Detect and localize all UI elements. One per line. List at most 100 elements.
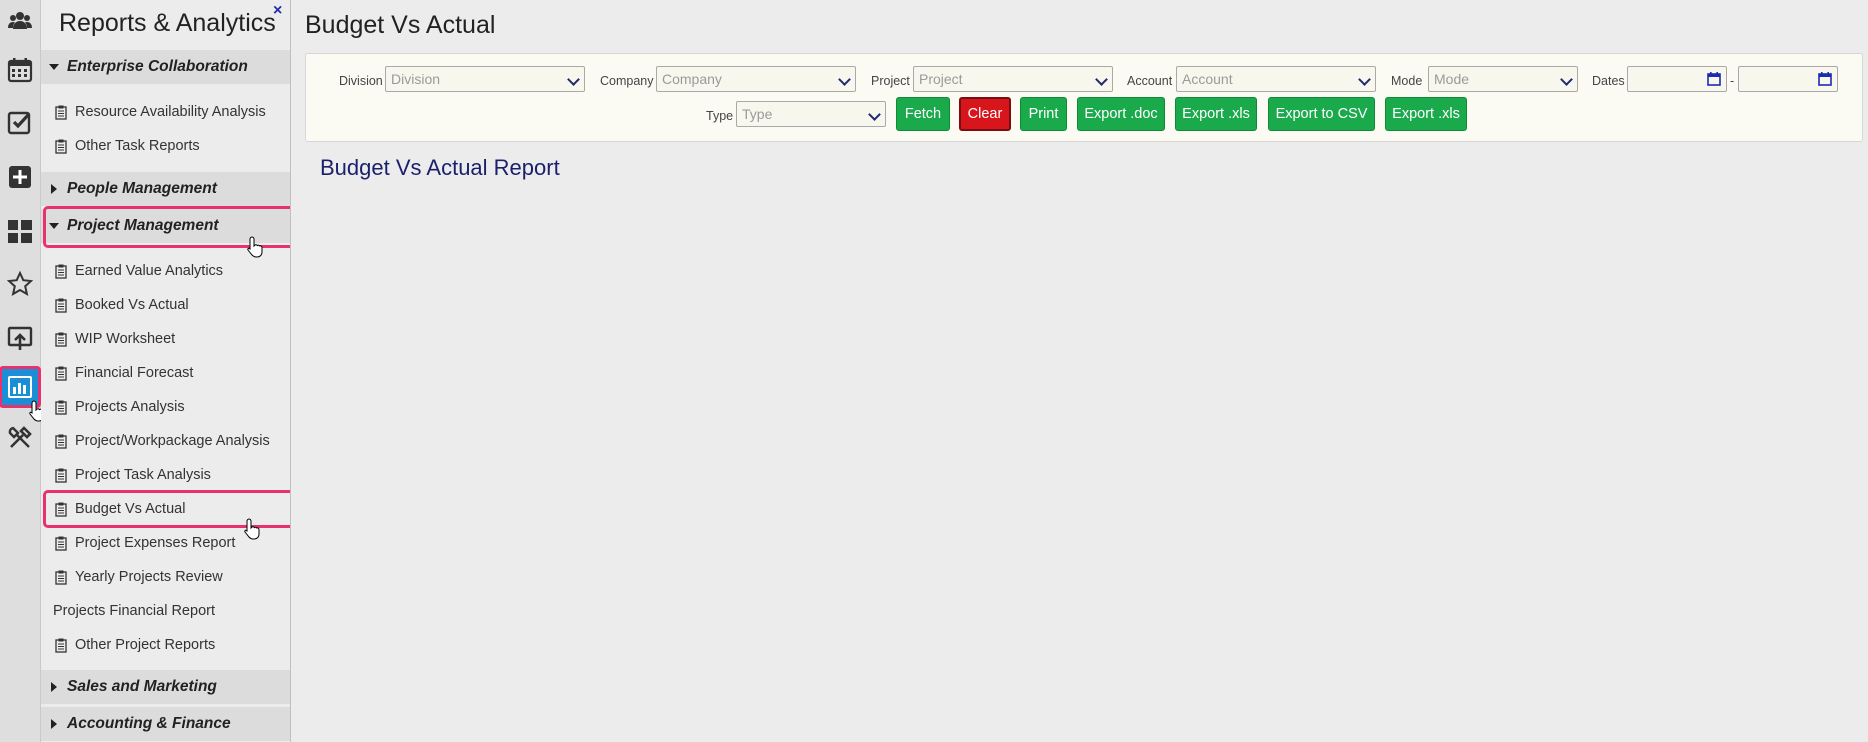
calendar-icon[interactable]: [1707, 72, 1721, 86]
calendar-icon[interactable]: [3, 50, 37, 90]
clipboard-icon: [55, 570, 67, 585]
clipboard-icon: [55, 105, 67, 120]
section-people-management[interactable]: People Management: [41, 172, 290, 206]
clipboard-icon: [55, 139, 67, 154]
type-select-value: Type: [742, 106, 773, 122]
chevron-down-icon: [1358, 73, 1371, 86]
account-label: Account: [1127, 74, 1173, 88]
company-label: Company: [600, 74, 654, 88]
mouse-cursor-icon: [244, 518, 262, 540]
tools-icon[interactable]: [3, 418, 37, 458]
section-label: Accounting & Finance: [67, 715, 231, 732]
section-label: People Management: [67, 180, 217, 197]
menu-item-label: Projects Analysis: [75, 399, 185, 415]
print-button[interactable]: Print: [1020, 97, 1067, 131]
menu-item-label: Earned Value Analytics: [75, 263, 224, 279]
mode-select-value: Mode: [1434, 71, 1470, 87]
menu-item-label: Projects Financial Report: [53, 603, 215, 619]
menu-item-projects-financial-report[interactable]: Projects Financial Report: [53, 598, 215, 624]
chevron-down-icon: [1095, 73, 1108, 86]
caret-down-icon: [49, 64, 59, 70]
menu-item-other-task-reports[interactable]: Other Task Reports: [55, 133, 200, 159]
clipboard-icon: [55, 366, 67, 381]
section-label: Enterprise Collaboration: [67, 58, 248, 75]
dates-separator: -: [1730, 74, 1735, 88]
people-icon[interactable]: [3, 0, 37, 40]
menu-item-label: Resource Availability Analysis: [75, 104, 266, 120]
chevron-down-icon: [838, 73, 851, 86]
mode-select[interactable]: Mode: [1428, 66, 1578, 92]
menu-item-project-workpackage-analysis[interactable]: Project/Workpackage Analysis: [55, 428, 270, 454]
account-select[interactable]: Account: [1176, 66, 1376, 92]
menu-item-project-expenses-report[interactable]: Project Expenses Report: [55, 530, 235, 556]
section-label: Sales and Marketing: [67, 678, 217, 695]
menu-item-label: Booked Vs Actual: [75, 297, 189, 313]
section-accounting-and-finance[interactable]: Accounting & Finance: [41, 707, 290, 741]
project-label: Project: [871, 74, 910, 88]
menu-item-other-project-reports[interactable]: Other Project Reports: [55, 632, 215, 658]
dashboard-icon[interactable]: [3, 211, 37, 251]
menu-item-label: WIP Worksheet: [75, 331, 176, 347]
section-sales-and-marketing[interactable]: Sales and Marketing: [41, 670, 290, 704]
page-title: Budget Vs Actual: [305, 11, 496, 39]
menu-item-resource-availability[interactable]: Resource Availability Analysis: [55, 99, 266, 125]
mode-label: Mode: [1391, 74, 1423, 88]
project-select[interactable]: Project: [913, 66, 1113, 92]
checklist-icon[interactable]: [3, 102, 37, 142]
mouse-cursor-icon: [247, 236, 265, 258]
export-csv-button[interactable]: Export to CSV: [1268, 97, 1375, 131]
export-xls-button-2[interactable]: Export .xls: [1385, 97, 1467, 131]
menu-item-label: Financial Forecast: [75, 365, 194, 381]
company-select[interactable]: Company: [656, 66, 856, 92]
clipboard-icon: [55, 434, 67, 449]
menu-item-booked-vs-actual[interactable]: Booked Vs Actual: [55, 292, 189, 318]
menu-item-yearly-projects-review[interactable]: Yearly Projects Review: [55, 564, 223, 590]
fetch-button[interactable]: Fetch: [896, 97, 950, 131]
company-select-value: Company: [662, 71, 722, 87]
caret-right-icon: [51, 682, 57, 692]
menu-item-wip-worksheet[interactable]: WIP Worksheet: [55, 326, 175, 352]
calendar-icon[interactable]: [1818, 72, 1832, 86]
menu-item-project-task-analysis[interactable]: Project Task Analysis: [55, 462, 211, 488]
menu-item-projects-analysis[interactable]: Projects Analysis: [55, 394, 185, 420]
icon-rail: [0, 0, 45, 742]
type-select[interactable]: Type: [736, 101, 886, 127]
export-xls-button[interactable]: Export .xls: [1175, 97, 1257, 131]
menu-item-label: Other Task Reports: [75, 138, 200, 154]
menu-item-financial-forecast[interactable]: Financial Forecast: [55, 360, 193, 386]
division-select-value: Division: [391, 71, 441, 87]
clear-button[interactable]: Clear: [959, 97, 1011, 131]
caret-right-icon: [51, 184, 57, 194]
clipboard-icon: [55, 536, 67, 551]
close-icon[interactable]: ×: [273, 2, 282, 20]
division-select[interactable]: Division: [385, 66, 585, 92]
end-date-input[interactable]: [1738, 66, 1838, 92]
dates-label: Dates: [1592, 74, 1625, 88]
clipboard-icon: [55, 332, 67, 347]
report-title: Budget Vs Actual Report: [320, 155, 560, 180]
caret-right-icon: [51, 719, 57, 729]
menu-item-label: Yearly Projects Review: [75, 569, 223, 585]
menu-item-label: Other Project Reports: [75, 637, 216, 653]
account-select-value: Account: [1182, 71, 1233, 87]
chevron-down-icon: [567, 73, 580, 86]
clipboard-icon: [55, 468, 67, 483]
clipboard-icon: [55, 638, 67, 653]
menu-item-label: Project Expenses Report: [75, 535, 236, 551]
filter-panel: Division Division Company Company Projec…: [305, 53, 1863, 142]
section-enterprise-collaboration[interactable]: Enterprise Collaboration: [41, 50, 290, 84]
menu-item-earned-value-analytics[interactable]: Earned Value Analytics: [55, 258, 223, 284]
division-label: Division: [339, 74, 383, 88]
reports-side-menu: Reports & Analytics × Enterprise Collabo…: [41, 0, 291, 742]
star-icon[interactable]: [3, 264, 37, 304]
clipboard-icon: [55, 298, 67, 313]
export-doc-button[interactable]: Export .doc: [1077, 97, 1165, 131]
plus-icon[interactable]: [3, 157, 37, 197]
clipboard-icon: [55, 264, 67, 279]
upload-icon[interactable]: [3, 318, 37, 358]
menu-item-label: Project/Workpackage Analysis: [75, 433, 270, 449]
project-select-value: Project: [919, 71, 963, 87]
chevron-down-icon: [868, 108, 881, 121]
start-date-input[interactable]: [1627, 66, 1727, 92]
chevron-down-icon: [1560, 73, 1573, 86]
